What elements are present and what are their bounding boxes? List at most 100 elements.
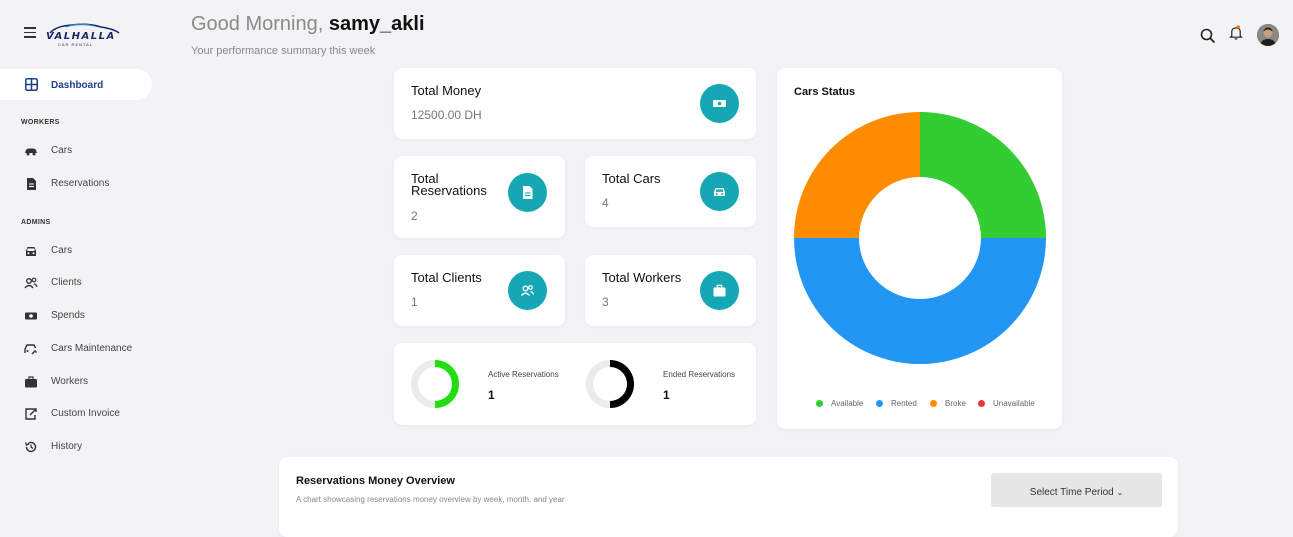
ended-reservations-arc xyxy=(609,360,634,408)
legend-dot xyxy=(816,400,823,407)
avatar[interactable] xyxy=(1257,24,1279,46)
ended-reservations-donut xyxy=(586,360,634,408)
notification-bell-icon[interactable] xyxy=(1228,25,1244,41)
sidebar: VALHALLA CAR RENTAL Dashboard WORKERS Ca… xyxy=(0,0,160,503)
sidebar-item-label: Spends xyxy=(51,310,85,321)
sidebar-item-spends[interactable]: Spends xyxy=(0,306,160,326)
money-icon xyxy=(713,100,726,107)
card-total-money: Total Money 12500.00 DH xyxy=(394,68,756,139)
card-total-clients: Total Clients 1 xyxy=(394,255,565,326)
card-title: Total Clients xyxy=(411,270,482,285)
sidebar-item-worker-cars[interactable]: Cars xyxy=(0,141,160,161)
car-icon xyxy=(714,188,725,196)
sidebar-item-worker-reservations[interactable]: Reservations xyxy=(0,174,160,194)
legend-dot xyxy=(978,400,985,407)
header-subtitle: Your performance summary this week xyxy=(191,45,376,57)
logo-subtext: CAR RENTAL xyxy=(58,42,94,47)
donut-slice-available[interactable] xyxy=(920,112,1046,238)
card-badge xyxy=(508,173,547,212)
car-icon xyxy=(25,148,37,156)
overview-title: Reservations Money Overview xyxy=(296,475,455,487)
car-front-icon xyxy=(26,247,36,256)
legend-label: Broke xyxy=(945,399,966,408)
card-badge xyxy=(508,271,547,310)
legend-item-rented[interactable]: Rented xyxy=(876,399,917,408)
legend-label: Rented xyxy=(891,399,917,408)
legend-item-broke[interactable]: Broke xyxy=(930,399,966,408)
sidebar-item-label: Cars Maintenance xyxy=(51,343,133,354)
card-total-cars: Total Cars 4 xyxy=(585,156,756,227)
card-badge xyxy=(700,84,739,123)
chart-title: Cars Status xyxy=(794,86,856,98)
sidebar-item-cars-maintenance[interactable]: Cars Maintenance xyxy=(0,339,160,359)
document-icon xyxy=(523,186,533,199)
cars-status-donut-chart xyxy=(794,112,1046,364)
card-title: Total Cars xyxy=(602,171,661,186)
invoice-icon xyxy=(25,408,37,420)
active-reservations-value: 1 xyxy=(488,388,495,402)
active-reservations-label: Active Reservations xyxy=(488,370,559,379)
card-title: Total Workers xyxy=(602,270,682,285)
card-value: 2 xyxy=(411,209,418,223)
card-cars-status: Cars Status Available Rented Broke Unavaila… xyxy=(777,68,1062,429)
logo[interactable]: VALHALLA CAR RENTAL xyxy=(46,22,122,47)
sidebar-item-label: Dashboard xyxy=(51,80,104,91)
search-icon[interactable] xyxy=(1200,28,1216,44)
chevron-down-icon: ⌄ xyxy=(1116,488,1124,497)
sidebar-item-label: Cars xyxy=(51,145,73,156)
users-icon xyxy=(520,285,535,296)
time-period-select[interactable]: Select Time Period ⌄ xyxy=(991,473,1162,507)
legend-label: Unavailable xyxy=(993,399,1035,408)
sidebar-item-label: Workers xyxy=(51,376,89,387)
username: samy_akli xyxy=(328,13,425,35)
hamburger-menu-icon[interactable] xyxy=(24,27,36,38)
card-total-workers: Total Workers 3 xyxy=(585,255,756,326)
briefcase-icon xyxy=(25,376,37,388)
card-title-line2: Reservations xyxy=(411,183,487,198)
sidebar-item-workers[interactable]: Workers xyxy=(0,372,160,392)
car-wrench-icon xyxy=(24,344,38,355)
donut-slice-rented[interactable] xyxy=(794,238,1046,364)
document-icon xyxy=(27,178,36,190)
sidebar-item-label: Reservations xyxy=(51,178,110,189)
legend-label: Available xyxy=(831,399,864,408)
legend-item-unavailable[interactable]: Unavailable xyxy=(978,399,1035,408)
sidebar-item-custom-invoice[interactable]: Custom Invoice xyxy=(0,404,160,424)
greeting-text: Good Morning, xyxy=(191,13,324,35)
sidebar-item-label: History xyxy=(51,441,83,452)
history-icon xyxy=(24,441,37,453)
briefcase-icon xyxy=(713,284,726,297)
card-total-reservations: Total Reservations 2 xyxy=(394,156,565,238)
sidebar-item-label: Cars xyxy=(51,245,73,256)
ended-reservations-label: Ended Reservations xyxy=(663,370,736,379)
card-badge xyxy=(700,271,739,310)
sidebar-item-history[interactable]: History xyxy=(0,437,160,457)
sidebar-item-clients[interactable]: Clients xyxy=(0,273,160,293)
sidebar-item-dashboard[interactable]: Dashboard xyxy=(0,69,152,100)
active-reservations-donut xyxy=(411,360,459,408)
section-title-workers: WORKERS xyxy=(21,119,60,126)
section-title-admins: ADMINS xyxy=(21,219,51,226)
greeting-heading: Good Morning, samy_akli xyxy=(191,13,425,36)
card-value: 4 xyxy=(602,196,609,210)
donut-slice-broke[interactable] xyxy=(794,112,920,238)
users-icon xyxy=(24,277,38,289)
sidebar-item-label: Custom Invoice xyxy=(51,408,120,419)
card-badge xyxy=(700,172,739,211)
sidebar-item-admin-cars[interactable]: Cars xyxy=(0,241,160,261)
card-value: 12500.00 DH xyxy=(411,108,482,122)
legend-dot xyxy=(930,400,937,407)
money-icon xyxy=(25,312,37,320)
sidebar-item-label: Clients xyxy=(51,277,82,288)
card-title: Total Money xyxy=(411,83,482,98)
card-money-overview: Reservations Money Overview A chart show… xyxy=(279,457,1178,537)
grid-icon xyxy=(25,78,38,91)
legend-item-available[interactable]: Available xyxy=(816,399,863,408)
card-reservations-status: Active Reservations 1 Ended Reservations… xyxy=(394,343,756,425)
ended-reservations-value: 1 xyxy=(663,388,670,402)
card-value: 3 xyxy=(602,295,609,309)
avatar-image xyxy=(1257,24,1279,46)
active-reservations-arc xyxy=(434,360,459,408)
select-label: Select Time Period xyxy=(1029,487,1114,498)
legend-dot xyxy=(876,400,883,407)
